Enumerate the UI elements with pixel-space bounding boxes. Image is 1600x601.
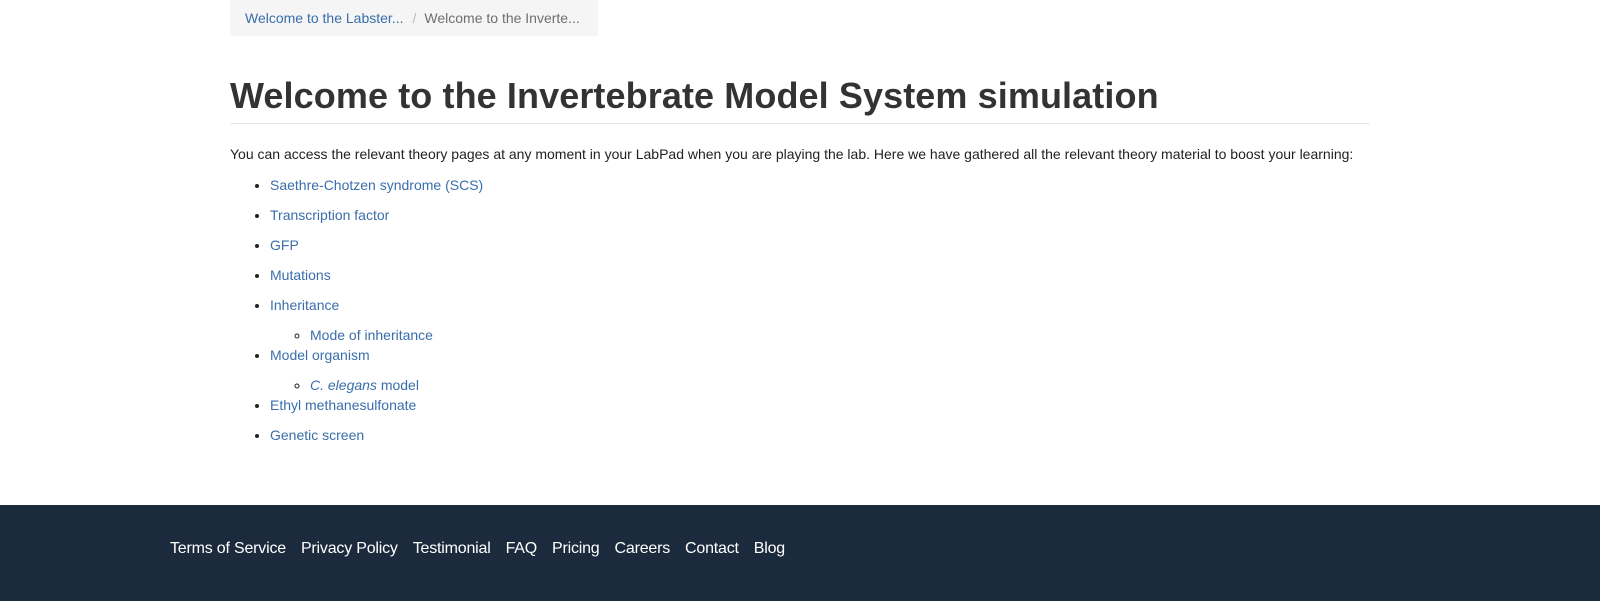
topic-link-genetic-screen[interactable]: Genetic screen xyxy=(270,427,364,443)
footer-nav: Terms of Service Privacy Policy Testimon… xyxy=(170,537,785,561)
breadcrumb-current: Welcome to the Inverte... xyxy=(424,10,580,26)
model-organism-sublist: C. elegans model xyxy=(270,375,483,395)
list-item: Saethre-Chotzen syndrome (SCS) xyxy=(270,175,483,195)
list-item: Genetic screen xyxy=(270,425,483,445)
species-name: C. elegans xyxy=(310,377,377,393)
list-item: Mutations xyxy=(270,265,483,285)
topic-link-ethyl-methanesulfonate[interactable]: Ethyl methanesulfonate xyxy=(270,397,416,413)
list-item: GFP xyxy=(270,235,483,255)
topic-link-inheritance[interactable]: Inheritance xyxy=(270,297,339,313)
topic-link-mode-of-inheritance[interactable]: Mode of inheritance xyxy=(310,327,433,343)
breadcrumb-separator: / xyxy=(412,10,417,26)
list-item: Transcription factor xyxy=(270,205,483,225)
footer-link-terms-of-service[interactable]: Terms of Service xyxy=(170,537,286,561)
sub-list-item: C. elegans model xyxy=(310,375,483,395)
sub-list-item: Mode of inheritance xyxy=(310,325,483,345)
page-title: Welcome to the Invertebrate Model System… xyxy=(230,75,1159,116)
link-suffix: model xyxy=(376,377,419,393)
footer-link-privacy-policy[interactable]: Privacy Policy xyxy=(301,537,398,561)
site-footer: Terms of Service Privacy Policy Testimon… xyxy=(0,505,1600,601)
footer-link-blog[interactable]: Blog xyxy=(754,537,785,561)
breadcrumb-parent-link[interactable]: Welcome to the Labster... xyxy=(245,10,404,26)
list-item: Ethyl methanesulfonate xyxy=(270,395,483,415)
topic-link-scs[interactable]: Saethre-Chotzen syndrome (SCS) xyxy=(270,177,483,193)
topic-link-c-elegans-model[interactable]: C. elegans model xyxy=(310,377,419,393)
intro-paragraph: You can access the relevant theory pages… xyxy=(230,146,1354,162)
topic-link-gfp[interactable]: GFP xyxy=(270,237,299,253)
footer-link-pricing[interactable]: Pricing xyxy=(552,537,600,561)
theory-topic-list: Saethre-Chotzen syndrome (SCS) Transcrip… xyxy=(230,175,483,455)
list-item: Model organism C. elegans model xyxy=(270,345,483,395)
page: Welcome to the Labster... / Welcome to the… xyxy=(0,0,1600,601)
list-item: Inheritance Mode of inheritance xyxy=(270,295,483,345)
topic-link-mutations[interactable]: Mutations xyxy=(270,267,331,283)
inheritance-sublist: Mode of inheritance xyxy=(270,325,483,345)
footer-link-testimonial[interactable]: Testimonial xyxy=(413,537,491,561)
footer-link-contact[interactable]: Contact xyxy=(685,537,739,561)
footer-link-careers[interactable]: Careers xyxy=(615,537,671,561)
footer-link-faq[interactable]: FAQ xyxy=(506,537,538,561)
title-divider xyxy=(230,123,1370,124)
breadcrumb: Welcome to the Labster... / Welcome to the… xyxy=(230,0,598,36)
topic-link-model-organism[interactable]: Model organism xyxy=(270,347,370,363)
topic-link-transcription-factor[interactable]: Transcription factor xyxy=(270,207,389,223)
